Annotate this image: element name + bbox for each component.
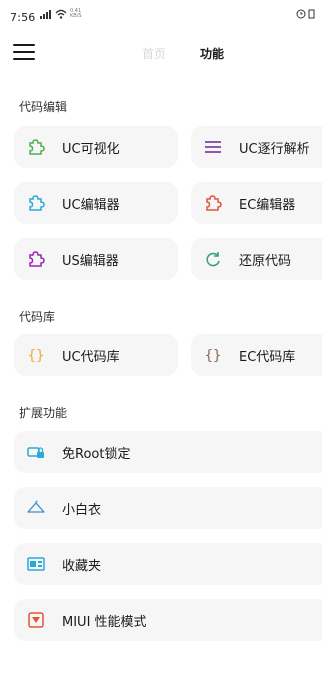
wifi-icon <box>55 9 67 19</box>
refresh-icon <box>203 249 223 269</box>
puzzle-icon <box>26 193 46 213</box>
battery-icon <box>308 9 315 19</box>
status-right-icons <box>296 9 316 19</box>
ec-code-lib-button[interactable]: {} EC代码库 <box>191 334 322 376</box>
svg-text:{}: {} <box>205 348 222 364</box>
uc-line-parse-button[interactable]: UC逐行解析 <box>191 126 322 168</box>
chip-icon <box>26 610 46 630</box>
section-title-code-edit: 代码编辑 <box>19 100 68 114</box>
miui-performance-mode-button[interactable]: MIUI 性能模式 <box>14 599 322 641</box>
card-label: US编辑器 <box>62 253 119 269</box>
card-label: EC编辑器 <box>239 197 296 213</box>
puzzle-icon <box>26 137 46 157</box>
signal-icon <box>40 10 51 19</box>
tab-function[interactable]: 功能 <box>200 45 224 62</box>
status-time: 7:56 <box>10 11 36 24</box>
uc-visual-button[interactable]: UC可视化 <box>14 126 178 168</box>
status-icons: 0.41 KB/S <box>40 9 84 19</box>
hanger-icon <box>26 498 46 518</box>
card-label: UC可视化 <box>62 141 120 157</box>
card-label: 收藏夹 <box>62 558 102 574</box>
puzzle-icon <box>26 249 46 269</box>
restore-code-button[interactable]: 还原代码 <box>191 238 322 280</box>
uc-code-lib-button[interactable]: {} UC代码库 <box>14 334 178 376</box>
card-label: MIUI 性能模式 <box>62 614 147 630</box>
ec-editor-button[interactable]: EC编辑器 <box>191 182 322 224</box>
status-bar: 7:56 0.41 KB/S <box>0 0 322 36</box>
card-label: UC逐行解析 <box>239 141 310 157</box>
svg-text:{}: {} <box>28 348 45 364</box>
section-title-extensions: 扩展功能 <box>19 406 68 420</box>
network-speed: 0.41 KB/S <box>70 8 82 19</box>
us-editor-button[interactable]: US编辑器 <box>14 238 178 280</box>
alarm-icon <box>296 9 306 19</box>
top-bar: 首页 功能 <box>0 36 322 72</box>
card-label: 免Root锁定 <box>62 446 131 462</box>
braces-icon: {} <box>26 345 46 365</box>
puzzle-icon <box>203 193 223 213</box>
card-label: UC代码库 <box>62 349 120 365</box>
card-label: 小白衣 <box>62 502 102 518</box>
card-label: 还原代码 <box>239 253 292 269</box>
lock-icon <box>26 442 46 462</box>
section-title-code-lib: 代码库 <box>19 310 56 324</box>
braces-icon: {} <box>203 345 223 365</box>
card-label: EC代码库 <box>239 349 296 365</box>
card-label: UC编辑器 <box>62 197 120 213</box>
favorites-icon <box>26 554 46 574</box>
list-icon <box>203 137 223 157</box>
menu-icon[interactable] <box>13 44 35 62</box>
favorites-button[interactable]: 收藏夹 <box>14 543 322 585</box>
tab-home[interactable]: 首页 <box>142 45 166 62</box>
root-free-lock-button[interactable]: 免Root锁定 <box>14 431 322 473</box>
xiaobaiyi-button[interactable]: 小白衣 <box>14 487 322 529</box>
uc-editor-button[interactable]: UC编辑器 <box>14 182 178 224</box>
